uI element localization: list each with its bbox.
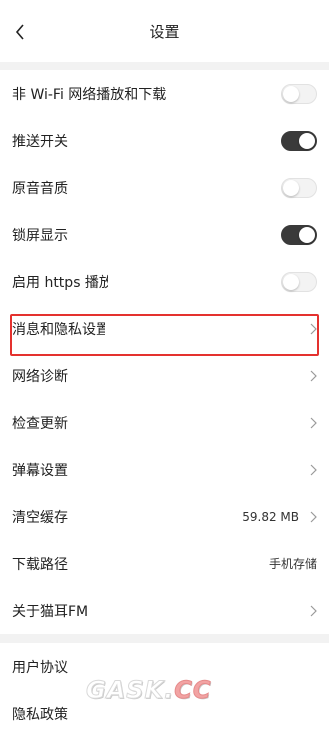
watermark-accent: CC <box>174 676 212 705</box>
https-play-toggle[interactable] <box>281 271 317 292</box>
setting-label: 启用 https 播放 <box>12 274 108 291</box>
setting-label: 用户协议 <box>12 659 68 676</box>
settings-list: 非 Wi-Fi 网络播放和下载 推送开关 原音音质 锁屏显示 启用 https … <box>0 70 329 737</box>
setting-row-danmaku-settings[interactable]: 弹幕设置 <box>0 446 329 493</box>
watermark-main: GASK. <box>85 676 175 705</box>
setting-label: 锁屏显示 <box>12 227 68 244</box>
setting-label: 网络诊断 <box>12 368 68 385</box>
setting-label: 清空缓存 <box>12 509 68 526</box>
setting-label: 隐私政策 <box>12 706 68 723</box>
toggle-knob <box>283 273 299 290</box>
chevron-right-icon <box>307 510 317 524</box>
push-switch-toggle[interactable] <box>281 130 317 151</box>
toggle-knob <box>299 132 315 149</box>
setting-label: 弹幕设置 <box>12 462 68 479</box>
toggle-knob <box>283 179 299 196</box>
setting-row-wifi-play-download: 非 Wi-Fi 网络播放和下载 <box>0 70 329 117</box>
setting-label: 检查更新 <box>12 415 68 432</box>
setting-row-network-diagnosis[interactable]: 网络诊断 <box>0 352 329 399</box>
setting-row-check-update[interactable]: 检查更新 <box>0 399 329 446</box>
setting-row-about[interactable]: 关于猫耳FM <box>0 587 329 634</box>
setting-row-download-path[interactable]: 下载路径 手机存储 <box>0 540 329 587</box>
setting-label: 推送开关 <box>12 133 68 150</box>
setting-label: 关于猫耳FM <box>12 603 89 620</box>
original-sound-toggle[interactable] <box>281 177 317 198</box>
wifi-play-download-toggle[interactable] <box>281 83 317 104</box>
setting-row-clear-cache[interactable]: 清空缓存 59.82 MB <box>0 493 329 540</box>
setting-row-lockscreen-display: 锁屏显示 <box>0 211 329 258</box>
toggle-knob <box>283 85 299 102</box>
page-title: 设置 <box>149 23 180 41</box>
download-path-value: 手机存储 <box>268 557 317 571</box>
setting-label: 下载路径 <box>12 556 68 573</box>
watermark: GASK.CC <box>85 676 212 705</box>
chevron-right-icon <box>307 369 317 383</box>
cache-size-value: 59.82 MB <box>242 509 299 524</box>
chevron-right-icon <box>307 322 317 336</box>
setting-label: 消息和隐私设置 <box>12 321 105 338</box>
chevron-right-icon <box>307 463 317 477</box>
setting-label: 原音音质 <box>12 180 68 197</box>
section-divider <box>0 634 329 643</box>
toggle-knob <box>299 226 315 243</box>
top-bar: 设置 <box>0 0 329 62</box>
chevron-right-icon <box>307 416 317 430</box>
setting-row-original-sound: 原音音质 <box>0 164 329 211</box>
lockscreen-display-toggle[interactable] <box>281 224 317 245</box>
setting-row-message-privacy[interactable]: 消息和隐私设置 <box>0 305 329 352</box>
chevron-right-icon <box>307 604 317 618</box>
setting-row-https-play: 启用 https 播放 <box>0 258 329 305</box>
setting-row-push-switch: 推送开关 <box>0 117 329 164</box>
setting-label: 非 Wi-Fi 网络播放和下载 <box>12 86 167 103</box>
